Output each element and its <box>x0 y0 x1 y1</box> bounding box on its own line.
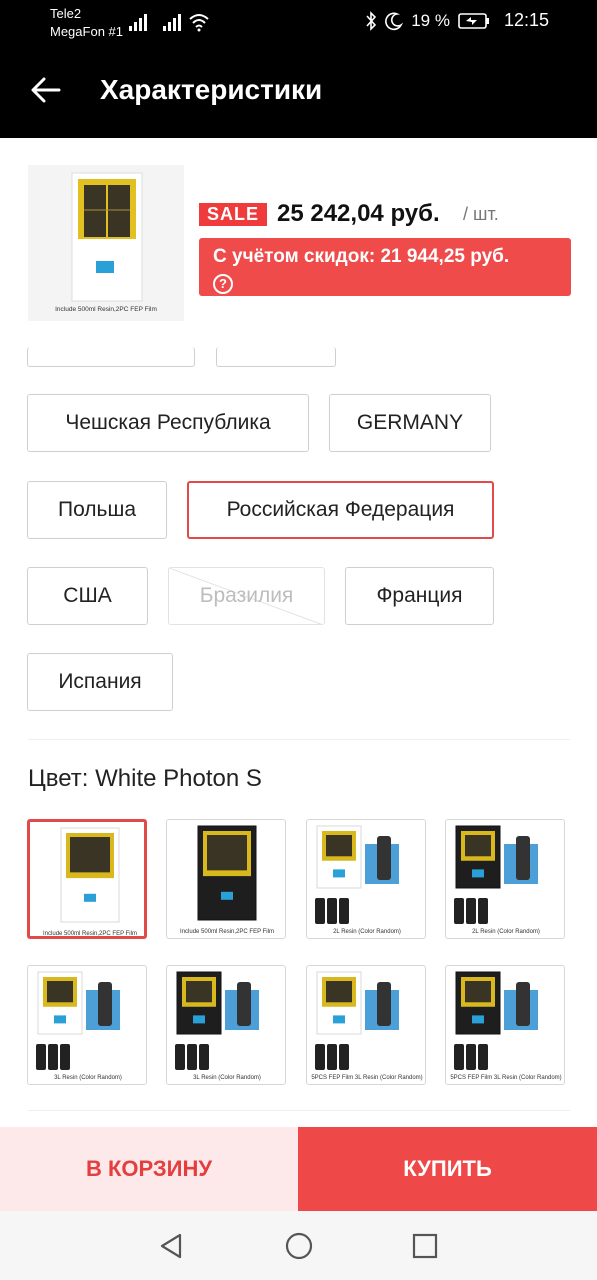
ship-from-chip-clipped[interactable] <box>27 347 195 367</box>
price-unit: / шт. <box>463 204 499 224</box>
discount-price: С учётом скидок: 21 944,25 руб. <box>213 246 510 267</box>
swatch-caption: Include 500ml Resin,2PC FEP Film <box>180 929 274 935</box>
swatch-caption: 2L Resin (Color Random) <box>333 929 401 935</box>
swatch-caption: 3L Resin (Color Random) <box>54 1075 122 1081</box>
signal-icon <box>163 14 181 31</box>
color-swatch-selected[interactable]: Include 500ml Resin,2PC FEP Film <box>27 819 147 939</box>
moon-icon <box>385 12 404 30</box>
price: 25 242,04 руб. <box>277 200 440 227</box>
color-swatch[interactable]: Include 500ml Resin,2PC FEP Film <box>166 819 286 939</box>
color-swatch[interactable]: 5PCS FEP Film 3L Resin (Color Random) <box>445 965 565 1085</box>
ship-from-chip[interactable]: GERMANY <box>329 394 491 452</box>
ship-from-chip[interactable]: Франция <box>345 567 494 625</box>
divider <box>28 739 570 740</box>
ship-from-chip[interactable]: Испания <box>27 653 173 711</box>
ship-from-chip[interactable]: Польша <box>27 481 167 539</box>
bluetooth-icon <box>366 10 377 31</box>
product-image: Include 500ml Resin,2PC FEP Film <box>28 165 184 321</box>
triangle-back-icon[interactable] <box>156 1231 186 1261</box>
ship-from-chip-label: Бразилия <box>199 584 294 607</box>
swatch-caption: 2L Resin (Color Random) <box>472 929 540 935</box>
divider <box>28 1110 570 1111</box>
question-circle-icon[interactable]: ? <box>213 274 233 294</box>
page-title: Характеристики <box>100 74 323 105</box>
wifi-icon <box>189 14 209 32</box>
circle-home-icon[interactable] <box>284 1231 314 1261</box>
carrier-name-1: Tele2 <box>50 6 82 21</box>
color-swatch[interactable]: 5PCS FEP Film 3L Resin (Color Random) <box>306 965 426 1085</box>
status-right: 19 % 12:15 <box>365 10 549 31</box>
color-label: Цвет: White Photon S <box>28 765 262 792</box>
color-swatch[interactable]: 3L Resin (Color Random) <box>166 965 286 1085</box>
square-recent-icon[interactable] <box>410 1231 440 1261</box>
ship-from-chip-selected[interactable]: Российская Федерация <box>187 481 494 539</box>
clock: 12:15 <box>503 10 549 30</box>
ship-from-chip-disabled: Бразилия <box>168 567 325 625</box>
color-swatch[interactable]: 2L Resin (Color Random) <box>445 819 565 939</box>
status-bar: Tele2 MegaFon #1 19 % 12:15 <box>0 0 597 44</box>
color-swatch[interactable]: 2L Resin (Color Random) <box>306 819 426 939</box>
carrier-name-2: MegaFon #1 <box>50 24 123 39</box>
buy-now-button[interactable]: КУПИТЬ <box>298 1127 597 1211</box>
product-image-caption: Include 500ml Resin,2PC FEP Film <box>55 306 157 313</box>
battery-icon <box>458 12 489 29</box>
system-nav-bar <box>0 1211 597 1280</box>
discount-banner: С учётом скидок: 21 944,25 руб. ? <box>199 238 571 296</box>
signal-icon <box>129 14 147 31</box>
color-swatch[interactable]: 3L Resin (Color Random) <box>27 965 147 1085</box>
swatch-caption: Include 500ml Resin,2PC FEP Film <box>43 931 137 937</box>
arrow-left-icon[interactable] <box>28 72 64 108</box>
swatch-caption: 3L Resin (Color Random) <box>193 1075 261 1081</box>
swatch-caption: 5PCS FEP Film 3L Resin (Color Random) <box>450 1075 561 1081</box>
app-bar: Характеристики <box>0 44 597 138</box>
swatch-caption: 5PCS FEP Film 3L Resin (Color Random) <box>311 1075 422 1081</box>
battery-percent: 19 % <box>411 10 450 30</box>
sale-badge: SALE <box>199 203 268 226</box>
add-to-cart-button[interactable]: В КОРЗИНУ <box>0 1127 298 1211</box>
ship-from-chip-clipped[interactable] <box>216 347 336 367</box>
ship-from-chip[interactable]: Чешская Республика <box>27 394 309 452</box>
ship-from-chip[interactable]: США <box>27 567 148 625</box>
